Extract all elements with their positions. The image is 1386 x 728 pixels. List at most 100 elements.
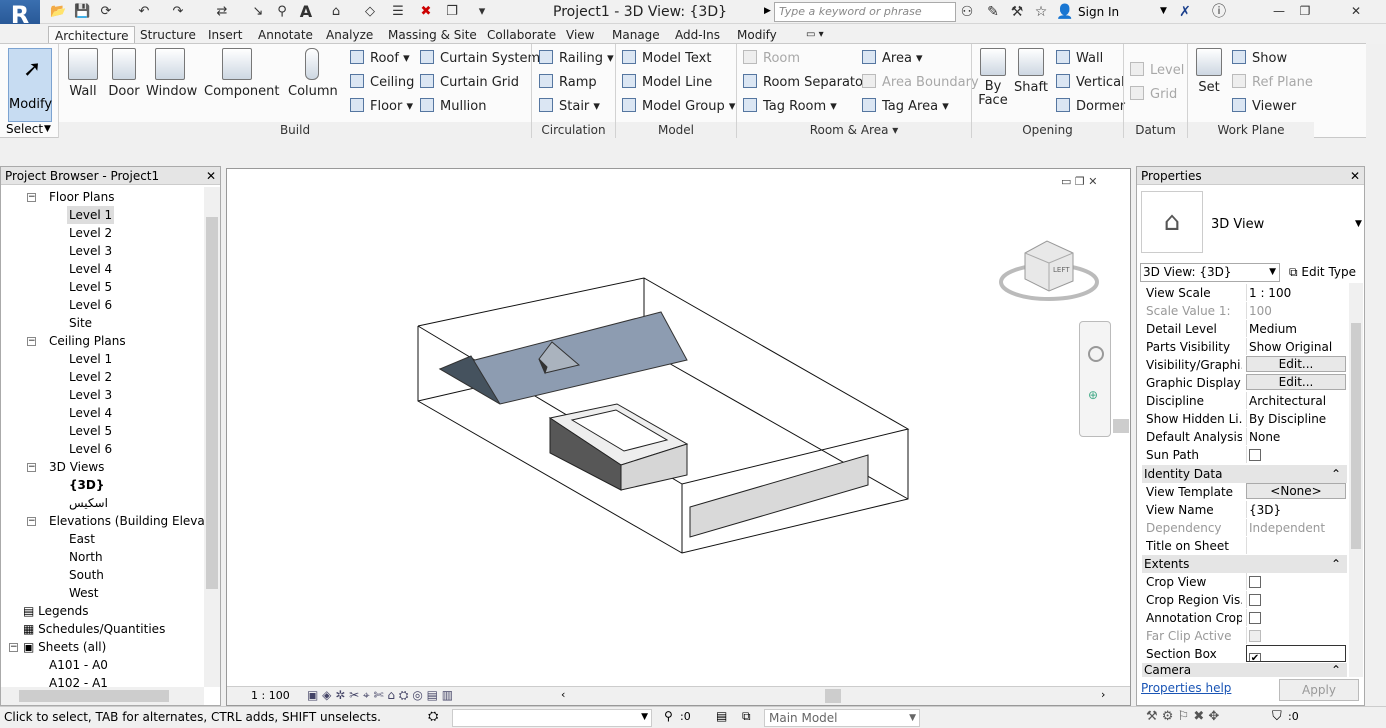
- curtain-grid-button[interactable]: Curtain Grid: [420, 74, 519, 92]
- model-line-button[interactable]: Model Line: [622, 74, 712, 92]
- ref-plane-button[interactable]: Ref Plane: [1232, 74, 1313, 92]
- section-camera[interactable]: Camera ⌃: [1142, 663, 1347, 677]
- horizontal-scrollbar[interactable]: [1, 687, 204, 705]
- redo-icon[interactable]: ↷: [170, 4, 186, 20]
- workset-dropdown[interactable]: ▼: [452, 709, 652, 727]
- shaft-button[interactable]: Shaft: [1014, 48, 1048, 95]
- vertical-scrollbar[interactable]: [1349, 283, 1363, 677]
- subscription-icon[interactable]: ✎: [984, 3, 1002, 21]
- undo-icon[interactable]: ↶: [136, 4, 152, 20]
- component-button[interactable]: Component: [204, 48, 279, 99]
- user-icon[interactable]: 👤: [1056, 3, 1074, 21]
- curtain-system-button[interactable]: Curtain System: [420, 50, 540, 68]
- chevron-down-icon[interactable]: ▼: [1160, 6, 1167, 16]
- help-icon[interactable]: ⓘ: [1210, 3, 1228, 21]
- tab-analyze[interactable]: Analyze: [320, 26, 379, 44]
- close-icon[interactable]: ✕: [1088, 175, 1097, 188]
- expand-search-icon[interactable]: ▶: [764, 6, 771, 16]
- save-icon[interactable]: 💾: [74, 4, 90, 20]
- stair-button[interactable]: Stair ▾: [539, 98, 600, 116]
- wall-panel[interactable]: [689, 454, 869, 538]
- edit-graphic-display-button[interactable]: Edit...: [1246, 374, 1346, 390]
- design-option-dropdown[interactable]: Main Model ▼: [764, 709, 920, 727]
- tree-item[interactable]: Level 6: [69, 296, 112, 314]
- section-identity-data[interactable]: Identity Data ⌃: [1142, 465, 1347, 483]
- model-group-button[interactable]: Model Group ▾: [622, 98, 735, 116]
- tree-item[interactable]: Level 2: [69, 368, 112, 386]
- tree-floor-plans[interactable]: Floor Plans: [49, 188, 114, 206]
- instance-selector[interactable]: 3D View: {3D} ▼: [1140, 263, 1280, 282]
- section-extents[interactable]: Extents ⌃: [1142, 555, 1347, 573]
- ramp-button[interactable]: Ramp: [539, 74, 597, 92]
- horizontal-scrollbar[interactable]: [825, 689, 841, 703]
- roof[interactable]: [438, 311, 688, 405]
- tree-item[interactable]: Level 2: [69, 224, 112, 242]
- annotation-crop-checkbox[interactable]: [1249, 612, 1261, 624]
- room-button[interactable]: Room: [743, 50, 800, 68]
- vertical-scrollbar[interactable]: [204, 187, 220, 687]
- collapse-icon[interactable]: −: [27, 463, 36, 472]
- tree-legends[interactable]: ▤ Legends: [23, 602, 89, 620]
- tab-collaborate[interactable]: Collaborate: [481, 26, 562, 44]
- sun-path-checkbox[interactable]: [1249, 449, 1261, 461]
- chevron-down-icon[interactable]: ▼: [44, 124, 51, 134]
- close-hidden-icon[interactable]: ✖: [418, 4, 434, 20]
- filter-icon[interactable]: ⛉: [1272, 709, 1282, 724]
- close-icon[interactable]: ✕: [206, 167, 216, 185]
- sync-icon[interactable]: ⟳: [98, 4, 114, 20]
- edit-type-button[interactable]: ⧉ Edit Type: [1289, 263, 1356, 282]
- floor-box[interactable]: [548, 403, 689, 491]
- exchange-apps-icon[interactable]: ✗: [1176, 3, 1194, 21]
- select-dropdown[interactable]: Select: [6, 122, 43, 136]
- tree-item[interactable]: West: [69, 584, 99, 602]
- text-icon[interactable]: A: [298, 4, 314, 20]
- grid-button[interactable]: Grid: [1130, 86, 1177, 104]
- tree-item-active[interactable]: {3D}: [69, 476, 104, 494]
- properties-help-link[interactable]: Properties help: [1141, 681, 1231, 695]
- dormer-button[interactable]: Dormer: [1056, 98, 1125, 116]
- tree-3d-views[interactable]: 3D Views: [49, 458, 104, 476]
- view-cube[interactable]: LEFT: [999, 240, 1099, 301]
- selection-toggles-icon[interactable]: ⚒ ⚙ ⚐ ✖ ✥: [1146, 709, 1219, 724]
- tab-manage[interactable]: Manage: [606, 26, 666, 44]
- tag-area-button[interactable]: Tag Area ▾: [862, 98, 949, 116]
- scrollbar-thumb[interactable]: [1351, 323, 1361, 549]
- tree-item[interactable]: Level 1: [67, 206, 115, 224]
- search-input[interactable]: Type a keyword or phrase: [774, 2, 956, 22]
- tree-item[interactable]: Level 5: [69, 422, 112, 440]
- view-controls-icon[interactable]: ▣ ◈ ✲ ✂ ⌖ ✄ ⌂ ⛭ ◎ ▤ ▥: [307, 688, 453, 703]
- tree-item[interactable]: Level 4: [69, 404, 112, 422]
- tree-item[interactable]: Level 3: [69, 386, 112, 404]
- measure-icon[interactable]: ⇄: [214, 4, 230, 20]
- editing-requests-icon[interactable]: ⚲: [664, 709, 673, 723]
- tree-item[interactable]: Level 6: [69, 440, 112, 458]
- scroll-left-icon[interactable]: ‹: [561, 688, 565, 701]
- communication-icon[interactable]: ⚒: [1008, 3, 1026, 21]
- tab-structure[interactable]: Structure: [134, 26, 202, 44]
- open-icon[interactable]: 📂: [50, 4, 66, 20]
- scroll-right-icon[interactable]: ›: [1101, 688, 1105, 701]
- model-text-button[interactable]: Model Text: [622, 50, 711, 68]
- tab-modify[interactable]: Modify: [731, 26, 783, 44]
- railing-button[interactable]: Railing ▾: [539, 50, 614, 68]
- close-window-icon[interactable]: ✕: [1326, 0, 1386, 22]
- ceiling-button[interactable]: Ceiling: [350, 74, 414, 92]
- tree-item[interactable]: Level 1: [69, 350, 112, 368]
- tree-item[interactable]: Level 4: [69, 260, 112, 278]
- tree-schedules[interactable]: ▦ Schedules/Quantities: [23, 620, 165, 638]
- collapse-icon[interactable]: −: [27, 337, 36, 346]
- level-button[interactable]: Level: [1130, 62, 1184, 80]
- 3d-viewport[interactable]: LEFT ▭ ❐ ✕ ⊕ 1 : 100 ▣ ◈ ✲ ✂ ⌖ ✄ ⌂ ⛭ ◎ ▤…: [226, 168, 1131, 706]
- wall-opening-button[interactable]: Wall: [1056, 50, 1103, 68]
- door-button[interactable]: Door: [106, 48, 142, 99]
- edit-visibility-button[interactable]: Edit...: [1246, 356, 1346, 372]
- vertical-opening-button[interactable]: Vertical: [1056, 74, 1125, 92]
- apply-button[interactable]: Apply: [1279, 679, 1359, 701]
- ribbon-options-icon[interactable]: ▭ ▾: [800, 26, 830, 44]
- section-icon[interactable]: ◇: [362, 4, 378, 20]
- crop-view-checkbox[interactable]: [1249, 576, 1261, 588]
- tab-architecture[interactable]: Architecture: [48, 26, 136, 44]
- chevron-down-icon[interactable]: ▼: [1355, 219, 1362, 229]
- tab-view[interactable]: View: [560, 26, 600, 44]
- tree-sheets[interactable]: ▣ Sheets (all): [23, 638, 106, 656]
